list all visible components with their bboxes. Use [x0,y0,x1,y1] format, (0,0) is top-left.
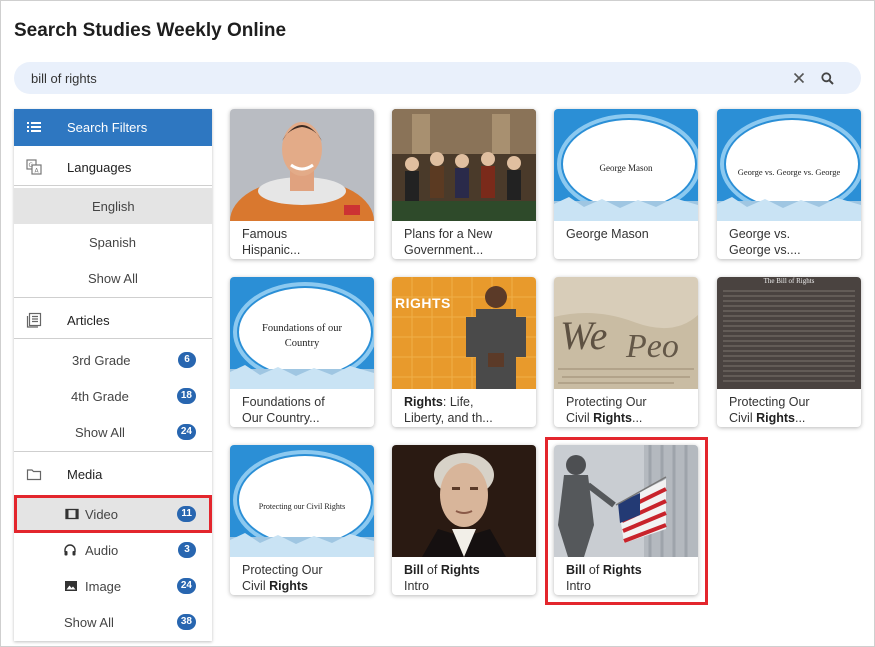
result-card[interactable]: Plans for a New Government... [392,109,536,259]
card-caption: Protecting Our Civil Rights... [729,395,810,425]
bill-of-rights-document-thumbnail: The Bill of Rights [717,277,861,389]
language-show-all[interactable]: Show All [14,260,212,296]
articles-label: Articles [67,312,110,328]
svg-text:G: G [29,162,34,169]
result-card[interactable]: Foundations of our Country Foundations o… [230,277,374,427]
count-badge: 18 [176,388,196,404]
result-card[interactable]: Protecting our Civil Rights Protecting O… [230,445,374,595]
card-caption: George vs. George vs.... [729,227,801,257]
result-card[interactable]: RIGHTS Rights: Life, Liberty, and th... [392,277,536,427]
astronaut-thumbnail [230,109,374,221]
rights-video-thumbnail: RIGHTS [392,277,536,389]
media-icon [26,466,42,482]
image-icon [64,579,78,593]
translate-icon: GA [26,159,42,175]
result-card[interactable]: We Peo Protecting Our Civil Rights... [554,277,698,427]
card-caption: Bill of Rights Intro [404,563,480,593]
headphones-icon [63,543,77,557]
constitution-thumbnail: We Peo [554,277,698,389]
count-badge: 6 [178,352,196,368]
language-english[interactable]: English [14,188,212,224]
articles-3rd-grade[interactable]: 3rd Grade 6 [14,342,212,378]
languages-header[interactable]: GA Languages [14,149,212,186]
result-card[interactable]: The Bill of Rights Protecting Our Civil … [717,277,861,427]
svg-text:Peo: Peo [625,328,679,365]
result-card[interactable]: George vs. George vs. George George vs. … [717,109,861,259]
result-card[interactable]: Bill of Rights Intro [392,445,536,595]
count-badge: 11 [177,506,196,522]
thumb-title: RIGHTS [395,295,451,311]
card-caption: Rights: Life, Liberty, and th... [404,395,493,425]
slide-thumbnail: George vs. George vs. George [717,109,861,221]
count-badge: 3 [178,542,196,558]
media-header[interactable]: Media [14,456,212,493]
language-spanish[interactable]: Spanish [14,224,212,260]
statue-flag-thumbnail [554,445,698,557]
slide-thumbnail: Protecting our Civil Rights [230,445,374,557]
divider [14,297,212,298]
madison-portrait-thumbnail [392,445,536,557]
card-caption: Plans for a New Government... [404,227,493,257]
painting-thumbnail [392,109,536,221]
divider [14,451,212,452]
card-caption: Famous Hispanic... [242,227,301,257]
svg-text:We: We [560,313,607,358]
languages-label: Languages [67,159,132,175]
media-label: Media [67,467,103,482]
card-caption: Protecting Our Civil Rights... [566,395,647,425]
clear-icon[interactable] [786,62,812,94]
result-card[interactable]: Famous Hispanic... [230,109,374,259]
search-filters-label: Search Filters [67,120,148,135]
search-input[interactable] [14,62,774,94]
articles-show-all[interactable]: Show All 24 [14,414,212,450]
media-video[interactable]: Video 11 [14,496,212,532]
result-card[interactable]: George Mason George Mason [554,109,698,259]
slide-thumbnail: Foundations of our Country [230,277,374,389]
count-badge: 38 [176,614,196,630]
count-badge: 24 [176,424,196,440]
articles-4th-grade[interactable]: 4th Grade 18 [14,378,212,414]
slide-thumbnail: George Mason [554,109,698,221]
result-card[interactable]: Bill of Rights Intro [554,445,698,595]
card-caption: Foundations of Our Country... [242,395,325,425]
card-caption: Protecting Our Civil Rights [242,563,323,593]
media-audio[interactable]: Audio 3 [14,532,212,568]
articles-icon [26,312,42,328]
search-bar [14,62,861,94]
card-caption: Bill of Rights Intro [566,563,642,593]
film-icon [65,507,79,521]
count-badge: 24 [176,578,196,594]
media-show-all[interactable]: Show All 38 [14,604,212,640]
media-image[interactable]: Image 24 [14,568,212,604]
search-icon[interactable] [814,62,840,94]
card-caption: George Mason [566,227,649,241]
list-icon [26,119,42,135]
articles-header[interactable]: Articles [14,302,212,339]
search-filters-header[interactable]: Search Filters [14,109,212,146]
search-filters-panel: Search Filters GA Languages English Span… [14,109,212,641]
page-title: Search Studies Weekly Online [14,20,287,41]
thumb-title: The Bill of Rights [763,277,815,285]
